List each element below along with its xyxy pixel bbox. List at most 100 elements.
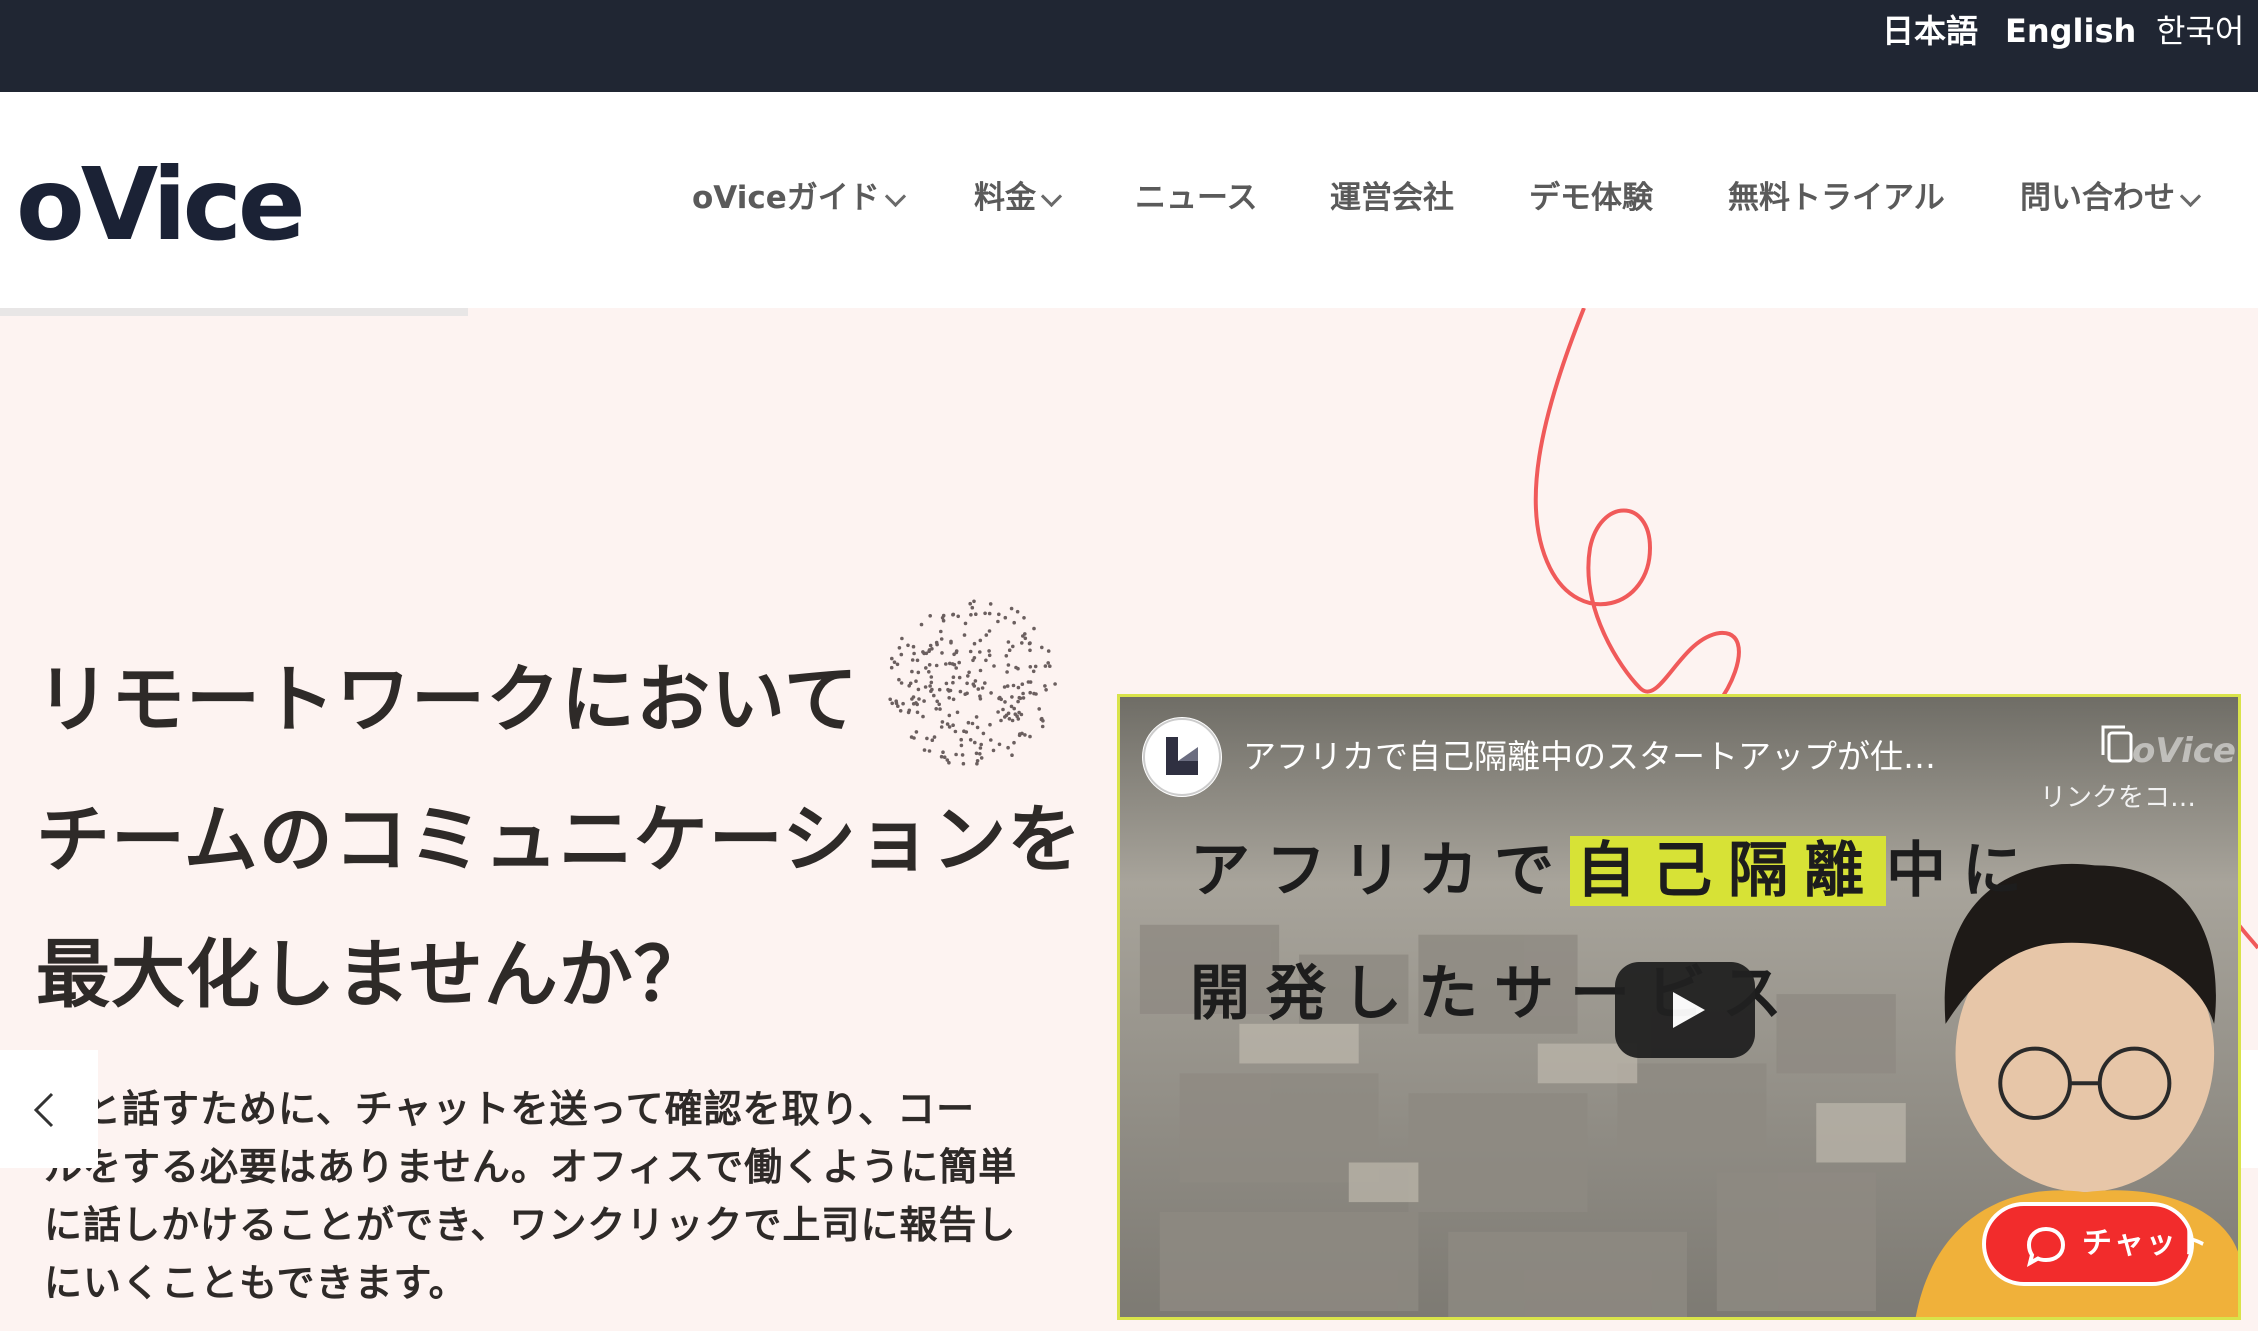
sphere-dot — [1031, 669, 1036, 674]
sphere-dot — [975, 761, 979, 766]
oVice-logo[interactable]: oVice — [16, 145, 306, 265]
hero-description: 僚と話すために、チャットを送って確認を取り、コー ルをする必要はありません。オフ… — [44, 1080, 1044, 1312]
sphere-dot — [980, 686, 985, 690]
sphere-dot — [940, 616, 945, 620]
sphere-dot — [1010, 718, 1015, 723]
sphere-dot — [978, 694, 982, 698]
sphere-dot — [967, 670, 971, 675]
language-english-link[interactable]: English — [2005, 10, 2136, 52]
hero-description-line: に話しかけることができ、ワンクリックで上司に報告し — [44, 1203, 1017, 1247]
sphere-dot — [1053, 682, 1057, 686]
nav-item-news[interactable]: ニュース — [1135, 176, 1257, 220]
sphere-dot — [1003, 700, 1007, 704]
sphere-dot — [922, 748, 927, 752]
sphere-dot — [939, 754, 944, 759]
sphere-dot — [929, 680, 934, 685]
nav-item-contact[interactable]: 問い合わせ — [2020, 176, 2202, 220]
sphere-dot — [1012, 740, 1016, 745]
sphere-dot — [979, 756, 984, 760]
channel-logo-icon[interactable] — [1142, 717, 1222, 797]
sphere-dot — [989, 691, 993, 695]
chevron-down-icon — [1040, 185, 1063, 208]
sphere-dot — [915, 710, 920, 715]
sphere-dot — [1018, 732, 1022, 736]
copy-link-label[interactable]: リンクをコ… — [2040, 777, 2196, 814]
nav-item-company[interactable]: 運営会社 — [1330, 176, 1454, 220]
sphere-dot — [983, 681, 987, 685]
sphere-dot — [910, 669, 914, 674]
sphere-dot — [969, 613, 973, 617]
sphere-dot — [921, 650, 925, 654]
sphere-dot — [906, 643, 910, 648]
sphere-dot — [962, 633, 967, 637]
sphere-dot — [954, 649, 959, 653]
sphere-dot — [947, 696, 951, 700]
sphere-dot — [987, 629, 992, 633]
sphere-dot — [928, 614, 932, 618]
sphere-dot — [934, 640, 939, 645]
sphere-dot — [970, 605, 975, 610]
sphere-dot — [1028, 734, 1032, 739]
sphere-dot — [948, 661, 952, 666]
sphere-dot — [1010, 753, 1014, 757]
sphere-dot — [1015, 609, 1020, 614]
sphere-dot — [974, 612, 978, 616]
sphere-dot — [921, 714, 925, 719]
sphere-dot — [890, 656, 894, 661]
sphere-dot — [952, 652, 956, 657]
chat-bubble-icon — [2026, 1226, 2066, 1268]
sphere-dot — [1026, 680, 1031, 684]
chat-button[interactable]: チャット — [1982, 1202, 2208, 1286]
sphere-dot — [1032, 691, 1036, 696]
nav-item-free-trial[interactable]: 無料トライアル — [1728, 176, 1945, 220]
sphere-dot — [892, 660, 897, 664]
sphere-dot — [929, 675, 934, 679]
play-button[interactable] — [1615, 962, 1755, 1058]
sphere-dot — [889, 665, 894, 670]
carousel-prev-button[interactable] — [0, 1050, 98, 1168]
sphere-dot — [1016, 699, 1020, 704]
sphere-dot — [1009, 606, 1014, 611]
sphere-dot — [951, 675, 956, 679]
nav-item-label: 問い合わせ — [2020, 180, 2175, 216]
sphere-dot — [974, 751, 979, 756]
nav-item-label: デモ体験 — [1529, 180, 1653, 216]
sphere-dot — [978, 668, 983, 673]
sphere-dot — [998, 695, 1002, 700]
caption-text: アフリカで — [1190, 836, 1570, 906]
sphere-dot — [942, 755, 947, 759]
sphere-dot — [978, 746, 983, 750]
sphere-dot — [949, 639, 953, 644]
sphere-dot — [914, 679, 918, 683]
sphere-dot — [940, 720, 945, 724]
sphere-dot — [897, 677, 901, 682]
language-japanese-link[interactable]: 日本語 — [1882, 10, 1978, 52]
sphere-dot — [973, 679, 978, 683]
nav-item-demo[interactable]: デモ体験 — [1529, 176, 1653, 220]
sphere-dot — [1007, 717, 1012, 721]
sphere-dot — [1040, 716, 1044, 721]
sphere-dot — [1021, 691, 1025, 696]
sphere-dot — [1006, 640, 1011, 644]
chevron-down-icon — [2179, 185, 2202, 208]
sphere-dot — [972, 641, 977, 646]
sphere-dot — [955, 710, 960, 715]
sphere-dot — [910, 658, 915, 662]
language-korean-link[interactable]: 한국어 — [2156, 10, 2244, 52]
video-title[interactable]: アフリカで自己隔離中のスタートアップが仕… — [1243, 735, 1936, 779]
hero-headline-line-2: チームのコミュニケーションを — [36, 797, 1083, 883]
sphere-dot — [961, 761, 966, 766]
sphere-dot — [890, 701, 894, 706]
sphere-dot — [979, 742, 983, 747]
nav-item-label: ニュース — [1135, 180, 1258, 216]
sphere-dot — [915, 702, 919, 707]
sphere-dot — [947, 713, 952, 718]
sphere-dot — [1022, 616, 1026, 620]
nav-item-pricing[interactable]: 料金 — [974, 176, 1063, 220]
sphere-dot — [978, 638, 983, 643]
sphere-dot — [1012, 706, 1016, 711]
sphere-dot — [937, 702, 941, 707]
sphere-dot — [968, 601, 972, 606]
nav-item-ovice-guide[interactable]: oViceガイド — [692, 176, 906, 220]
sphere-dot — [954, 752, 958, 757]
